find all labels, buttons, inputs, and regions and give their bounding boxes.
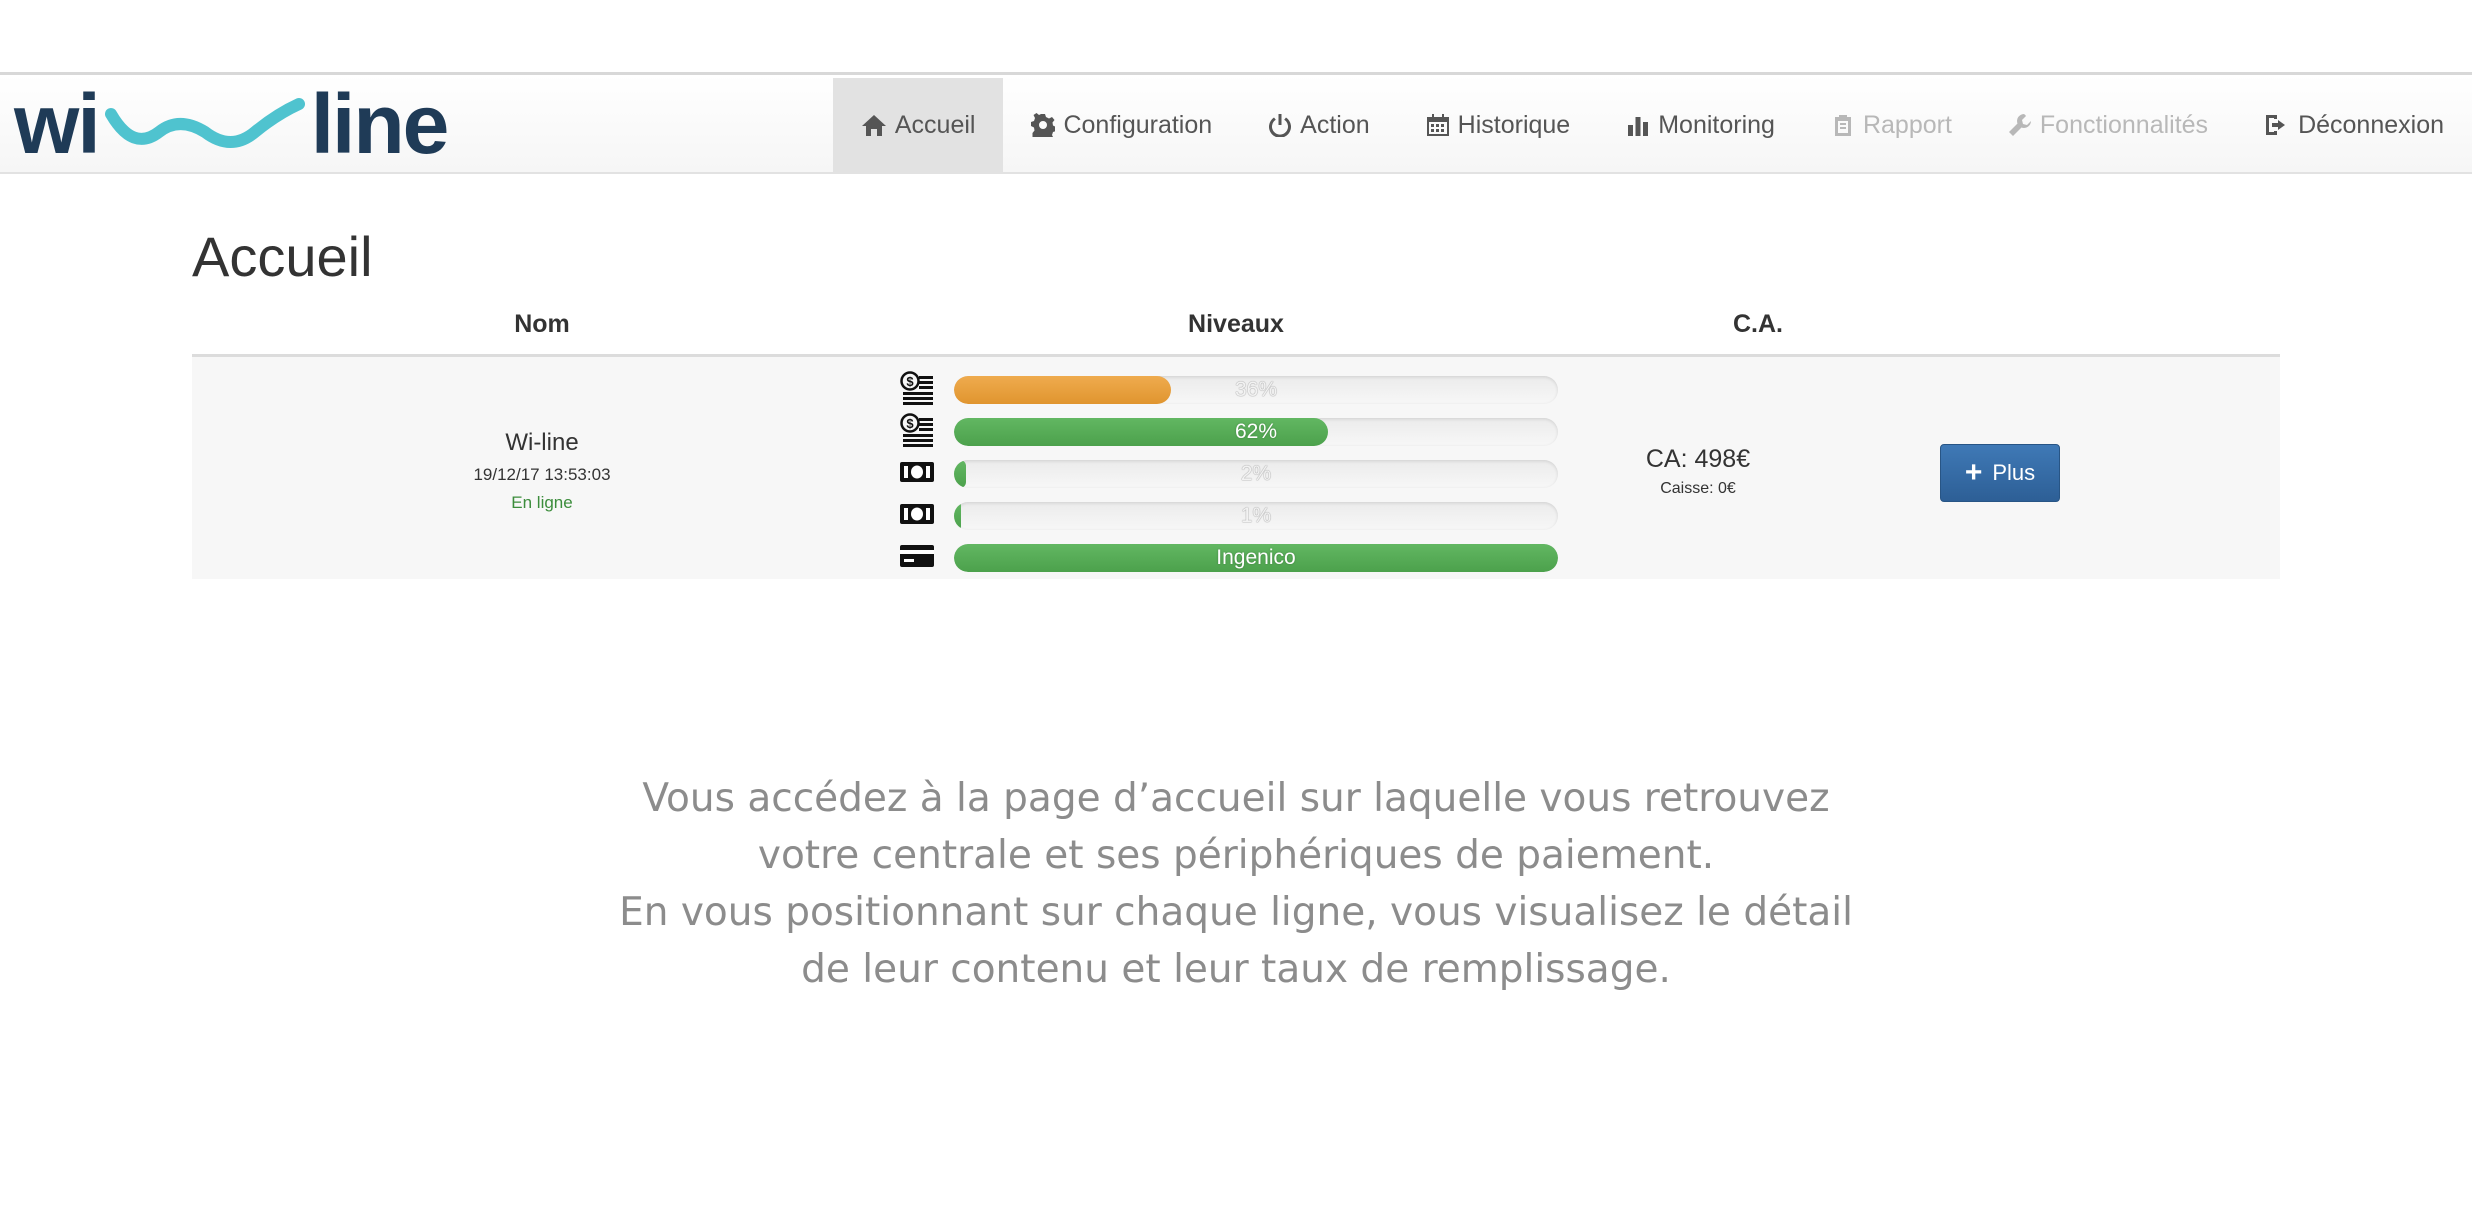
banknote-icon	[898, 497, 936, 531]
level-bar: 1%	[954, 502, 1558, 530]
banknote-icon	[898, 455, 936, 489]
power-icon	[1268, 113, 1292, 137]
cash-value: Caisse: 0€	[1660, 480, 1736, 497]
nav-deconnexion[interactable]: Déconnexion	[2236, 78, 2472, 172]
plus-button[interactable]: + Plus	[1940, 444, 2060, 502]
nav-label: Accueil	[894, 110, 976, 139]
nav-fonctionnalites[interactable]: Fonctionnalités	[1980, 78, 2236, 172]
wiline-logo[interactable]: wi line	[14, 79, 464, 169]
coin-stack-icon: $	[898, 371, 936, 405]
column-header-nom: Nom	[514, 310, 570, 338]
nav-rapport[interactable]: Rapport	[1803, 78, 1980, 172]
device-datetime: 19/12/17 13:53:03	[473, 465, 611, 484]
nav-label: Action	[1300, 110, 1370, 139]
level-bar: 62%	[954, 418, 1558, 446]
gear-icon	[1031, 113, 1056, 137]
device-status: En ligne	[511, 493, 573, 512]
level-row[interactable]: $ 36%	[898, 367, 1558, 409]
device-info: Wi-line 19/12/17 13:53:03 En ligne	[192, 429, 892, 513]
coin-stack-icon: $	[898, 413, 936, 447]
column-header-ca: C.A.	[1733, 310, 1783, 338]
home-icon	[861, 113, 887, 137]
plus-icon: +	[1964, 456, 1983, 489]
revenue-block: CA: 498€ Caisse: 0€	[1568, 445, 1828, 498]
level-bar: 2%	[954, 460, 1558, 488]
svg-text:$: $	[906, 416, 914, 431]
caption: Vous accédez à la page d’accueil sur laq…	[0, 770, 2472, 998]
caption-line: Vous accédez à la page d’accueil sur laq…	[642, 776, 1830, 821]
level-label: 1%	[1240, 504, 1272, 527]
nav-historique[interactable]: Historique	[1398, 78, 1599, 172]
card-icon	[898, 539, 936, 573]
caption-line: de leur contenu et leur taux de rempliss…	[801, 947, 1671, 992]
level-row[interactable]: 2%	[898, 451, 1558, 493]
nav-label: Déconnexion	[2298, 110, 2444, 139]
level-label: Ingenico	[1216, 546, 1296, 569]
levels: $ 36% $ 62% 2% 1% Ingenico	[898, 367, 1558, 577]
caption-line: votre centrale et ses périphériques de p…	[757, 833, 1715, 878]
nav-accueil[interactable]: Accueil	[832, 78, 1004, 172]
page-title: Accueil	[192, 225, 373, 288]
bar-chart-icon	[1626, 113, 1650, 137]
logo-text-left: wi	[14, 77, 101, 171]
table-header: Nom Niveaux C.A.	[192, 304, 2280, 357]
calendar-icon	[1426, 113, 1450, 137]
device-name: Wi-line	[505, 429, 579, 456]
level-row[interactable]: 1%	[898, 493, 1558, 535]
level-label: 2%	[1240, 462, 1272, 485]
clipboard-icon	[1831, 113, 1855, 137]
nav-label: Configuration	[1063, 110, 1213, 139]
navbar: wi line Accueil Configuration Action His…	[0, 75, 2472, 174]
plus-button-label: Plus	[1992, 460, 2036, 485]
revenue-value: CA: 498€	[1645, 445, 1751, 473]
nav-label: Historique	[1457, 110, 1571, 139]
svg-text:$: $	[906, 374, 914, 389]
nav-label: Rapport	[1862, 110, 1952, 139]
main-content: Accueil Nom Niveaux C.A. Wi-line 19/12/1…	[192, 172, 2280, 579]
nav-configuration[interactable]: Configuration	[1003, 78, 1240, 172]
nav-label: Fonctionnalités	[2039, 110, 2209, 139]
main-nav: Accueil Configuration Action Historique …	[832, 78, 2472, 172]
level-bar: Ingenico	[954, 544, 1558, 572]
logo-text-right: line	[310, 77, 450, 171]
nav-monitoring[interactable]: Monitoring	[1598, 78, 1803, 172]
nav-action[interactable]: Action	[1240, 78, 1397, 172]
caption-line: En vous positionnant sur chaque ligne, v…	[619, 890, 1853, 935]
nav-label: Monitoring	[1658, 110, 1775, 139]
column-header-niveaux: Niveaux	[1188, 310, 1284, 338]
table-row[interactable]: Wi-line 19/12/17 13:53:03 En ligne $ 36%…	[192, 357, 2280, 579]
level-row[interactable]: $ 62%	[898, 409, 1558, 451]
wrench-icon	[2008, 113, 2032, 137]
logout-icon	[2264, 113, 2290, 137]
level-label: 36%	[1234, 378, 1278, 401]
level-row[interactable]: Ingenico	[898, 535, 1558, 577]
logo-wave-icon	[104, 98, 305, 148]
level-bar: 36%	[954, 376, 1558, 404]
level-label: 62%	[1234, 420, 1278, 443]
